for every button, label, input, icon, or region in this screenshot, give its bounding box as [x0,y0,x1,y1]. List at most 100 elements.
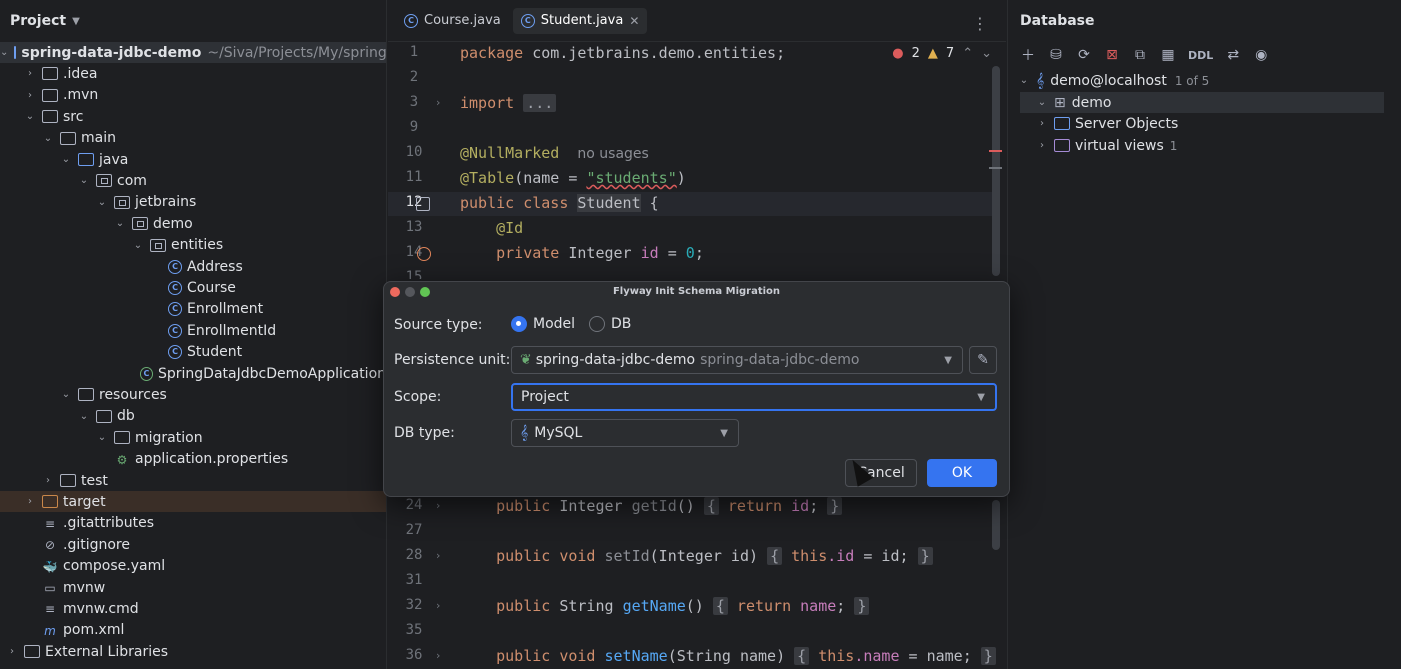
code-line[interactable]: package com.jetbrains.demo.entities; [460,44,785,62]
scope-select[interactable]: Project ▼ [511,383,997,411]
project-tree-item[interactable]: ⚙ application.properties [0,449,386,470]
close-icon[interactable]: ✕ [629,14,639,28]
editor-scrollbar[interactable] [992,500,1000,550]
persistence-unit-select[interactable]: ❦ spring-data-jdbc-demo spring-data-jdbc… [511,346,963,374]
db-tree-host[interactable]: ⌄ 𝄞 demo@localhost 1 of 5 [1018,70,1210,91]
code-line[interactable]: public Integer getId() { return id; } [460,497,843,515]
disconnect-icon[interactable]: ⊠ [1104,47,1120,63]
code-line[interactable]: private Integer id = 0; [460,244,704,262]
db-type-select[interactable]: 𝄞 MySQL ▼ [511,419,739,447]
project-tree-item[interactable]: ⌄ demo [0,213,386,234]
usage-hint[interactable]: no usages [577,146,648,162]
project-tree-item[interactable]: m pom.xml [0,620,386,641]
folded-region[interactable]: { [712,597,728,615]
chevron-right-icon[interactable]: › [42,475,54,486]
project-tree-item[interactable]: › test [0,470,386,491]
chevron-down-icon[interactable]: ⌄ [132,240,144,251]
project-tree-item[interactable]: C EnrollmentId [0,320,386,341]
add-icon[interactable]: ＋ [1020,45,1036,65]
project-tree-item[interactable]: C Address [0,256,386,277]
project-panel-header[interactable]: Project ▼ [0,0,386,42]
database-table-icon[interactable] [416,197,430,211]
folded-region[interactable]: { [767,547,783,565]
project-tree-item[interactable]: ⌄ com [0,170,386,191]
tab-student-java[interactable]: C Student.java ✕ [512,7,648,34]
chevron-down-icon[interactable]: ⌄ [60,154,72,165]
editor-scrollbar[interactable] [992,66,1000,276]
project-tree-item[interactable]: ⌄ java [0,149,386,170]
table-icon[interactable]: ▦ [1160,47,1176,63]
code-line[interactable]: @NullMarked no usages [460,144,649,162]
chevron-down-icon[interactable]: ⌄ [24,111,36,122]
project-tree-item[interactable]: ▭ mvnw [0,577,386,598]
project-tree-item[interactable]: › External Libraries [0,641,386,662]
close-window-button[interactable] [390,287,400,297]
schema-icon[interactable]: ⧉ [1132,47,1148,63]
code-line[interactable]: public String getName() { return name; } [460,597,870,615]
zoom-window-button[interactable] [420,287,430,297]
chevron-right-icon[interactable]: › [24,68,36,79]
project-tree-item[interactable]: ⌄ db [0,406,386,427]
chevron-right-icon[interactable]: › [24,496,36,507]
chevron-up-icon[interactable]: ⌃ [962,46,973,61]
project-tree-item[interactable]: › target [0,491,386,513]
project-tree-item[interactable]: C Enrollment [0,299,386,320]
eye-icon[interactable]: ◉ [1253,47,1269,63]
warning-stripe-mark[interactable] [989,167,1002,169]
code-line[interactable]: import ... [460,94,557,112]
folded-region[interactable]: } [854,597,870,615]
chevron-down-icon[interactable]: ⌄ [981,46,992,61]
project-tree-item[interactable]: ⌄ src [0,106,386,127]
datasource-properties-icon[interactable]: ⛁ [1048,47,1064,63]
chevron-right-icon[interactable]: › [24,90,36,101]
source-model-radio[interactable]: Model [511,316,575,332]
ddl-button[interactable]: DDL [1188,49,1213,62]
chevron-down-icon[interactable]: ⌄ [42,133,54,144]
project-tree-item[interactable]: C Course [0,277,386,298]
fold-arrow-icon[interactable]: › [436,499,440,512]
ok-button[interactable]: OK [927,459,997,487]
code-line[interactable]: public class Student { [460,194,659,212]
project-tree-item[interactable]: ⌄ spring-data-jdbc-demo ~/Siva/Projects/My… [0,42,386,63]
jump-icon[interactable]: ⇄ [1225,47,1241,63]
code-line[interactable]: public void setName(String name) { this.… [460,647,996,665]
project-tree-item[interactable]: ⊘ .gitignore [0,534,386,555]
source-db-radio[interactable]: DB [589,316,631,332]
chevron-down-icon[interactable]: ⌄ [78,175,90,186]
refresh-icon[interactable]: ⟳ [1076,47,1092,63]
project-tree-item[interactable]: ⌄ resources [0,384,386,405]
folded-region[interactable]: } [917,547,933,565]
folded-region[interactable]: ... [523,94,557,112]
chevron-down-icon[interactable]: ⌄ [96,197,108,208]
project-tree-item[interactable]: ≡ mvnw.cmd [0,598,386,619]
folded-region[interactable]: } [827,497,843,515]
db-tree-schema[interactable]: ⌄ ⊞ demo [1020,92,1384,113]
project-tree-item[interactable]: 🐳 compose.yaml [0,556,386,577]
folded-region[interactable]: } [980,647,996,665]
project-tree-item[interactable]: ≡ .gitattributes [0,513,386,534]
chevron-down-icon[interactable]: ⌄ [60,389,72,400]
fold-arrow-icon[interactable]: › [436,649,440,662]
edit-persistence-button[interactable]: ✎ [969,346,997,374]
minimize-window-button[interactable] [405,287,415,297]
project-tree-item[interactable]: › .mvn [0,85,386,106]
project-tree-item[interactable]: C SpringDataJdbcDemoApplication [0,363,386,384]
more-vertical-icon[interactable]: ⋮ [972,14,988,33]
project-tree-item[interactable]: ⌄ migration [0,427,386,448]
code-line[interactable]: @Table(name = "students") [460,169,686,187]
bean-icon[interactable] [417,247,431,261]
tab-course-java[interactable]: C Course.java [396,8,509,34]
chevron-right-icon[interactable]: › [6,646,18,657]
chevron-down-icon[interactable]: ⌄ [78,411,90,422]
project-tree-item[interactable]: ⌄ entities [0,235,386,256]
fold-arrow-icon[interactable]: › [436,549,440,562]
db-tree-server-objects[interactable]: › Server Objects [1036,113,1178,134]
project-tree-item[interactable]: C Student [0,342,386,363]
folded-region[interactable]: { [703,497,719,515]
project-tree-item[interactable]: ⌄ jetbrains [0,192,386,213]
chevron-down-icon[interactable]: ⌄ [0,47,8,58]
code-line[interactable]: @Id [460,219,523,237]
db-tree-virtual-views[interactable]: › virtual views 1 [1036,135,1177,156]
project-tree-item[interactable]: › .idea [0,63,386,84]
error-stripe-mark[interactable] [989,150,1002,152]
